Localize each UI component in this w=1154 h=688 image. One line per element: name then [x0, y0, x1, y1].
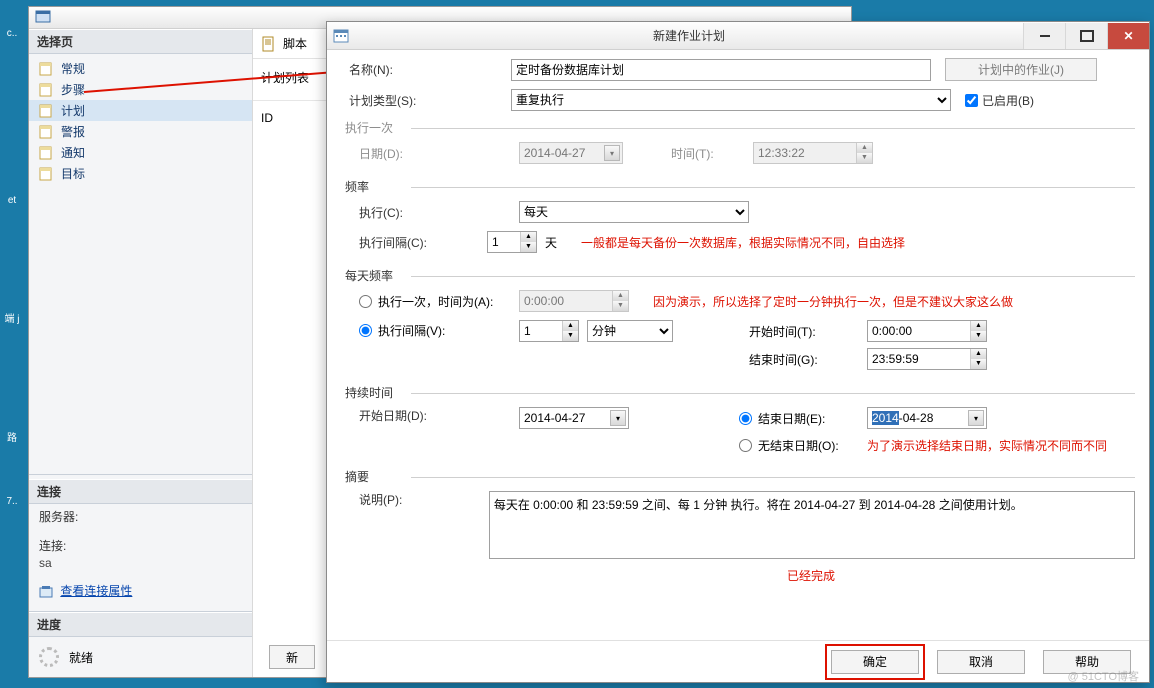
repeat-unit-select[interactable]: 分钟 [587, 320, 673, 342]
start-date-picker[interactable]: 2014-04-27▾ [519, 407, 629, 429]
start-time-input[interactable]: 0:00:00▲▼ [867, 320, 987, 342]
dialog-icon [333, 28, 349, 44]
page-list: 常规 步骤 计划 警报 通知 目标 [29, 54, 252, 188]
calendar-icon: ▾ [610, 410, 626, 426]
progress-status: 就绪 [69, 649, 93, 666]
interval-note: 一般都是每天备份一次数据库，根据实际情况不同，自由选择 [581, 234, 905, 251]
cancel-button[interactable]: 取消 [937, 650, 1025, 674]
new-schedule-dialog: 新建作业计划 ✕ 名称(N): 计划中的作业(J) 计划类型(S): 重复执行 … [326, 21, 1150, 683]
help-button[interactable]: 帮助 [1043, 650, 1131, 674]
page-item-steps[interactable]: 步骤 [29, 79, 252, 100]
script-icon [261, 36, 277, 52]
type-label: 计划类型(S): [341, 92, 511, 109]
no-end-note: 为了演示选择结束日期，实际情况不同而不同 [867, 437, 1107, 454]
duration-header: 持续时间 [341, 384, 1135, 401]
interval-unit: 天 [545, 234, 557, 251]
name-label: 名称(N): [341, 61, 511, 78]
exec-label: 执行(C): [341, 204, 519, 221]
select-page-header: 选择页 [29, 29, 252, 54]
end-date-radio[interactable]: 结束日期(E): [739, 410, 859, 427]
page-item-general[interactable]: 常规 [29, 58, 252, 79]
once-time-input: 12:33:22▲▼ [753, 142, 873, 164]
enabled-checkbox[interactable]: 已启用(B) [965, 92, 1034, 109]
ok-button[interactable]: 确定 [831, 650, 919, 674]
end-date-picker[interactable]: 2014-04-28▾ [867, 407, 987, 429]
page-item-notifications[interactable]: 通知 [29, 142, 252, 163]
once-at-time: 0:00:00▲▼ [519, 290, 629, 312]
start-date-label: 开始日期(D): [341, 407, 519, 424]
progress-spinner-icon [39, 647, 59, 667]
page-item-alerts[interactable]: 警报 [29, 121, 252, 142]
date-label: 日期(D): [341, 145, 519, 162]
frequency-header: 频率 [341, 178, 1135, 195]
repeat-radio[interactable]: 执行间隔(V): [359, 322, 519, 339]
desc-label: 说明(P): [341, 491, 489, 508]
exec-select[interactable]: 每天 [519, 201, 749, 223]
dialog-title: 新建作业计划 [355, 27, 1023, 44]
page-item-schedule[interactable]: 计划 [29, 100, 252, 121]
connection-props-icon [39, 585, 53, 599]
connection-header: 连接 [29, 479, 252, 504]
server-field: 服务器: [29, 504, 252, 533]
summary-header: 摘要 [341, 468, 1135, 485]
type-select[interactable]: 重复执行 [511, 89, 951, 111]
enabled-check-input[interactable] [965, 94, 978, 107]
page-item-targets[interactable]: 目标 [29, 163, 252, 184]
calendar-icon: ▾ [604, 145, 620, 161]
new-button[interactable]: 新 [269, 645, 315, 669]
calendar-icon: ▾ [968, 410, 984, 426]
end-time-input[interactable]: 23:59:59▲▼ [867, 348, 987, 370]
once-at-radio[interactable]: 执行一次，时间为(A): [359, 293, 519, 310]
interval-spinner[interactable]: 1▲▼ [487, 231, 537, 253]
app-icon [35, 9, 51, 25]
view-connection-props-link[interactable]: 查看连接属性 [60, 584, 132, 598]
desc-textarea[interactable]: 每天在 0:00:00 和 23:59:59 之间、每 1 分钟 执行。将在 2… [489, 491, 1135, 559]
dialog-titlebar[interactable]: 新建作业计划 ✕ [327, 22, 1149, 50]
once-at-note: 因为演示，所以选择了定时一分钟执行一次，但是不建议大家这么做 [653, 293, 1013, 310]
no-end-date-radio[interactable]: 无结束日期(O): [739, 437, 859, 454]
done-note: 已经完成 [787, 569, 835, 583]
once-date-picker: 2014-04-27▾ [519, 142, 623, 164]
daily-frequency-header: 每天频率 [341, 267, 1135, 284]
window-maximize-button[interactable] [1065, 23, 1107, 49]
col-id: ID [261, 111, 273, 125]
conn-field: 连接: sa [29, 533, 252, 576]
repeat-value-spinner[interactable]: 1▲▼ [519, 320, 579, 342]
end-time-label: 结束时间(G): [749, 351, 859, 368]
script-label[interactable]: 脚本 [283, 35, 307, 52]
dialog-footer: 确定 取消 帮助 @ 51CTO博客 [327, 640, 1149, 682]
desktop-icons: c.. et 端 j 路 7.. [0, 0, 24, 688]
progress-header: 进度 [29, 612, 252, 637]
interval-label: 执行间隔(C): [341, 234, 487, 251]
time-label: 时间(T): [663, 145, 753, 162]
execute-once-header: 执行一次 [341, 119, 1135, 136]
name-input[interactable] [511, 59, 931, 81]
start-time-label: 开始时间(T): [749, 323, 859, 340]
window-minimize-button[interactable] [1023, 23, 1065, 49]
left-pane: 选择页 常规 步骤 计划 警报 通知 目标 连接 服务器: 连接: sa [29, 29, 253, 677]
window-close-button[interactable]: ✕ [1107, 23, 1149, 49]
jobs-in-plan-button[interactable]: 计划中的作业(J) [945, 58, 1097, 81]
